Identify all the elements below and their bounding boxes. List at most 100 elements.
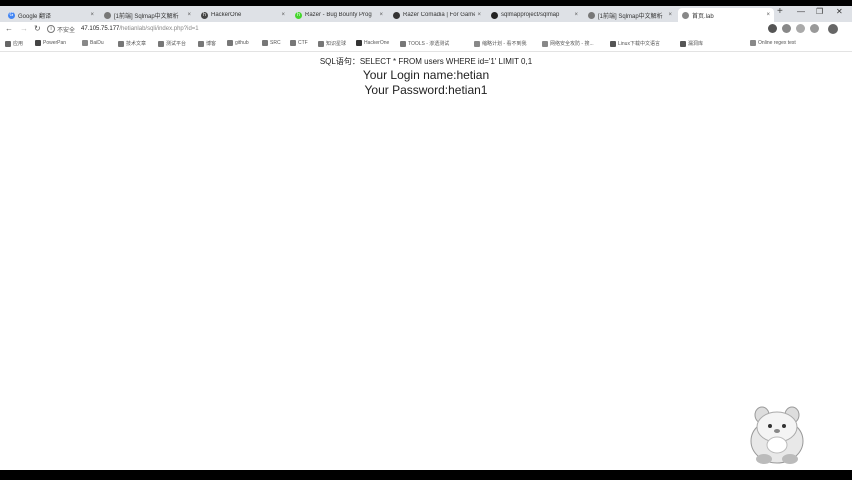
bookmark-label: HackerOne [364,40,390,46]
bookmark-label: 博客 [206,41,217,47]
extension-icon[interactable] [768,24,777,33]
bookmark-label: 测试平台 [166,41,187,47]
close-icon[interactable]: × [766,12,770,18]
tab-title: sqlmapproject/sqlmap [501,12,560,18]
sql-statement: SQL语句：SELECT * FROM users WHERE id='1' L… [319,57,533,66]
bookmark-label: 缩略计划 - 看不到我 [482,41,527,47]
minimize-button[interactable]: — [797,7,805,16]
bookmark-label: 技术文章 [126,41,147,47]
bookmark-tools[interactable]: TOOLS - 渗透测试 [400,40,449,47]
page-icon [750,40,756,46]
bookmark-label: Linux下载中文语言 [618,41,660,47]
forward-icon[interactable]: → [20,24,28,33]
folder-icon [158,40,164,47]
new-tab-button[interactable]: + [777,6,783,17]
extension-icon[interactable] [796,24,805,33]
apps-icon [5,40,11,47]
tab-razer-bounty[interactable]: h Razer - Bug Bounty Prog × [291,8,387,22]
tab-razer-comadia[interactable]: Razer Comadia | For Gamers × [389,8,485,22]
close-icon[interactable]: × [187,12,191,18]
folder-icon [118,40,124,47]
close-icon[interactable]: × [281,12,285,18]
bookmark-baidu[interactable]: BaiDu [82,40,104,46]
close-icon[interactable]: × [668,12,672,18]
bookmark-label: 漏洞库 [688,41,704,47]
bookmark-security[interactable]: 网络安全攻防 - 搜... [542,40,594,47]
tab-title: Razer - Bug Bounty Prog [305,12,372,18]
page-icon [588,11,595,19]
tab-hackerone[interactable]: h HackerOne × [197,8,289,22]
bookmark-regex[interactable]: Online regex test [750,40,796,46]
page-icon [610,40,616,47]
security-indicator[interactable]: i 不安全 [47,25,75,34]
bookmark-label: BaiDu [90,40,104,46]
globe-icon [393,11,400,19]
hackerone-icon [356,40,362,46]
hamster-mascot-image [750,406,804,464]
bookmark-articles[interactable]: 技术文章 [118,40,146,47]
tab-title: [1前端] Sqlmap中文解析 [598,13,663,20]
tab-bar: G Google 翻译 × [1前端] Sqlmap中文解析 × h Hacke… [0,6,852,22]
back-icon[interactable]: ← [5,24,13,33]
bookmark-label: github [235,40,249,46]
extension-icon[interactable] [810,24,819,33]
hackerone-icon: h [201,11,208,19]
tab-title: Google 翻译 [18,13,52,20]
tab-active-lab[interactable]: 首页.lab × [678,8,774,22]
tab-google-translate[interactable]: G Google 翻译 × [4,8,98,22]
folder-icon [400,40,406,47]
close-icon[interactable]: × [90,12,94,18]
bookmark-github[interactable]: github [227,40,249,46]
url-host: 47.105.75.177 [81,26,120,32]
tab-github-sqlmap[interactable]: sqlmapproject/sqlmap × [487,8,582,22]
bookmark-test[interactable]: 测试平台 [158,40,186,47]
folder-icon [318,40,324,47]
bookmark-hackerone[interactable]: HackerOne [356,40,389,46]
bookmark-zsxq[interactable]: 知识星球 [318,40,346,47]
close-icon[interactable]: × [477,12,481,18]
page-icon [542,40,548,47]
folder-icon [227,40,233,46]
bottom-border [0,470,852,480]
bookmark-blog[interactable]: 博客 [198,40,216,47]
page-content: SQL语句：SELECT * FROM users WHERE id='1' L… [0,52,852,97]
extension-icon[interactable] [782,24,791,33]
github-icon [491,11,498,19]
bookmark-label: Online regex test [758,40,796,46]
bookmark-ctf[interactable]: CTF [290,40,308,46]
reload-icon[interactable]: ↻ [34,24,41,33]
tab-sqlmap-2[interactable]: [1前端] Sqlmap中文解析 × [584,8,676,22]
bookmark-apps[interactable]: 应用 [5,40,23,47]
tab-sqlmap-1[interactable]: [1前端] Sqlmap中文解析 × [100,8,195,22]
bookmark-label: TOOLS - 渗透测试 [408,41,450,47]
bookmark-linux[interactable]: Linux下载中文语言 [610,40,660,47]
maximize-button[interactable]: ❐ [816,7,823,16]
bookmark-label: SRC [270,40,281,46]
page-icon [104,11,111,19]
folder-icon [262,40,268,46]
folder-icon [198,40,204,47]
url-field[interactable]: i 不安全 47.105.75.177 /hetianlab/sqli/inde… [47,23,762,35]
bookmark-label: 应用 [13,41,24,47]
close-icon[interactable]: × [379,12,383,18]
window-close-button[interactable]: ✕ [836,7,843,16]
folder-icon [290,40,296,46]
tab-title: Razer Comadia | For Gamers [403,12,476,18]
close-icon[interactable]: × [574,12,578,18]
bookmark-src[interactable]: SRC [262,40,281,46]
tab-title: 首页.lab [692,13,714,20]
globe-icon [682,11,689,19]
google-icon: G [8,11,15,19]
bookmark-vuln[interactable]: 漏洞库 [680,40,703,47]
tab-title: HackerOne [211,12,242,18]
bookmark-plan[interactable]: 缩略计划 - 看不到我 [474,40,526,47]
bookmark-label: 知识星球 [326,41,347,47]
password-text: Your Password:hetian1 [364,83,488,97]
page-icon [680,40,686,47]
hackerone-icon: h [295,11,302,19]
bookmark-label: PowerPan [43,40,67,46]
profile-avatar[interactable] [828,24,838,34]
url-path: /hetianlab/sqli/index.php?id=1 [119,26,199,32]
security-label: 不安全 [57,27,76,34]
bookmark-powerpan[interactable]: PowerPan [35,40,66,46]
